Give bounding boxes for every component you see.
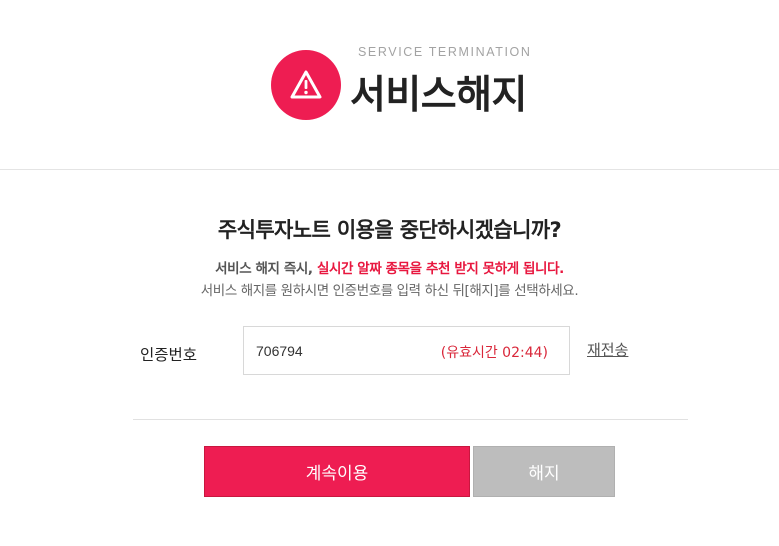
auth-code-label: 인증번호: [140, 346, 198, 364]
continue-button[interactable]: 계속이용: [204, 446, 470, 497]
notice-prefix: 서비스 해지 즉시,: [215, 261, 317, 277]
page-eyebrow: SERVICE TERMINATION: [358, 45, 532, 59]
warning-triangle-icon: [271, 50, 341, 120]
termination-notice: 서비스 해지 즉시, 실시간 알짜 종목을 추천 받지 못하게 됩니다.: [0, 257, 779, 277]
resend-link[interactable]: 재전송: [587, 339, 628, 360]
page-title: 서비스해지: [350, 73, 527, 118]
termination-instruction: 서비스 해지를 원하시면 인증번호를 입력 하신 뒤[해지]를 선택하세요.: [200, 283, 579, 299]
auth-timer: (유효시간 02:44): [440, 345, 548, 361]
page-header: SERVICE TERMINATION 서비스해지: [0, 0, 779, 170]
notice-warning: 실시간 알짜 종목을 추천 받지 못하게 됩니다.: [316, 261, 564, 277]
terminate-button[interactable]: 해지: [473, 446, 615, 497]
auth-code-input[interactable]: [256, 327, 406, 374]
termination-question: 주식투자노트 이용을 중단하시겠습니까?: [217, 218, 562, 242]
service-termination-page: SERVICE TERMINATION 서비스해지 주식투자노트 이용을 중단하…: [0, 0, 779, 546]
divider: [133, 419, 688, 420]
auth-code-field: (유효시간 02:44): [243, 326, 570, 375]
